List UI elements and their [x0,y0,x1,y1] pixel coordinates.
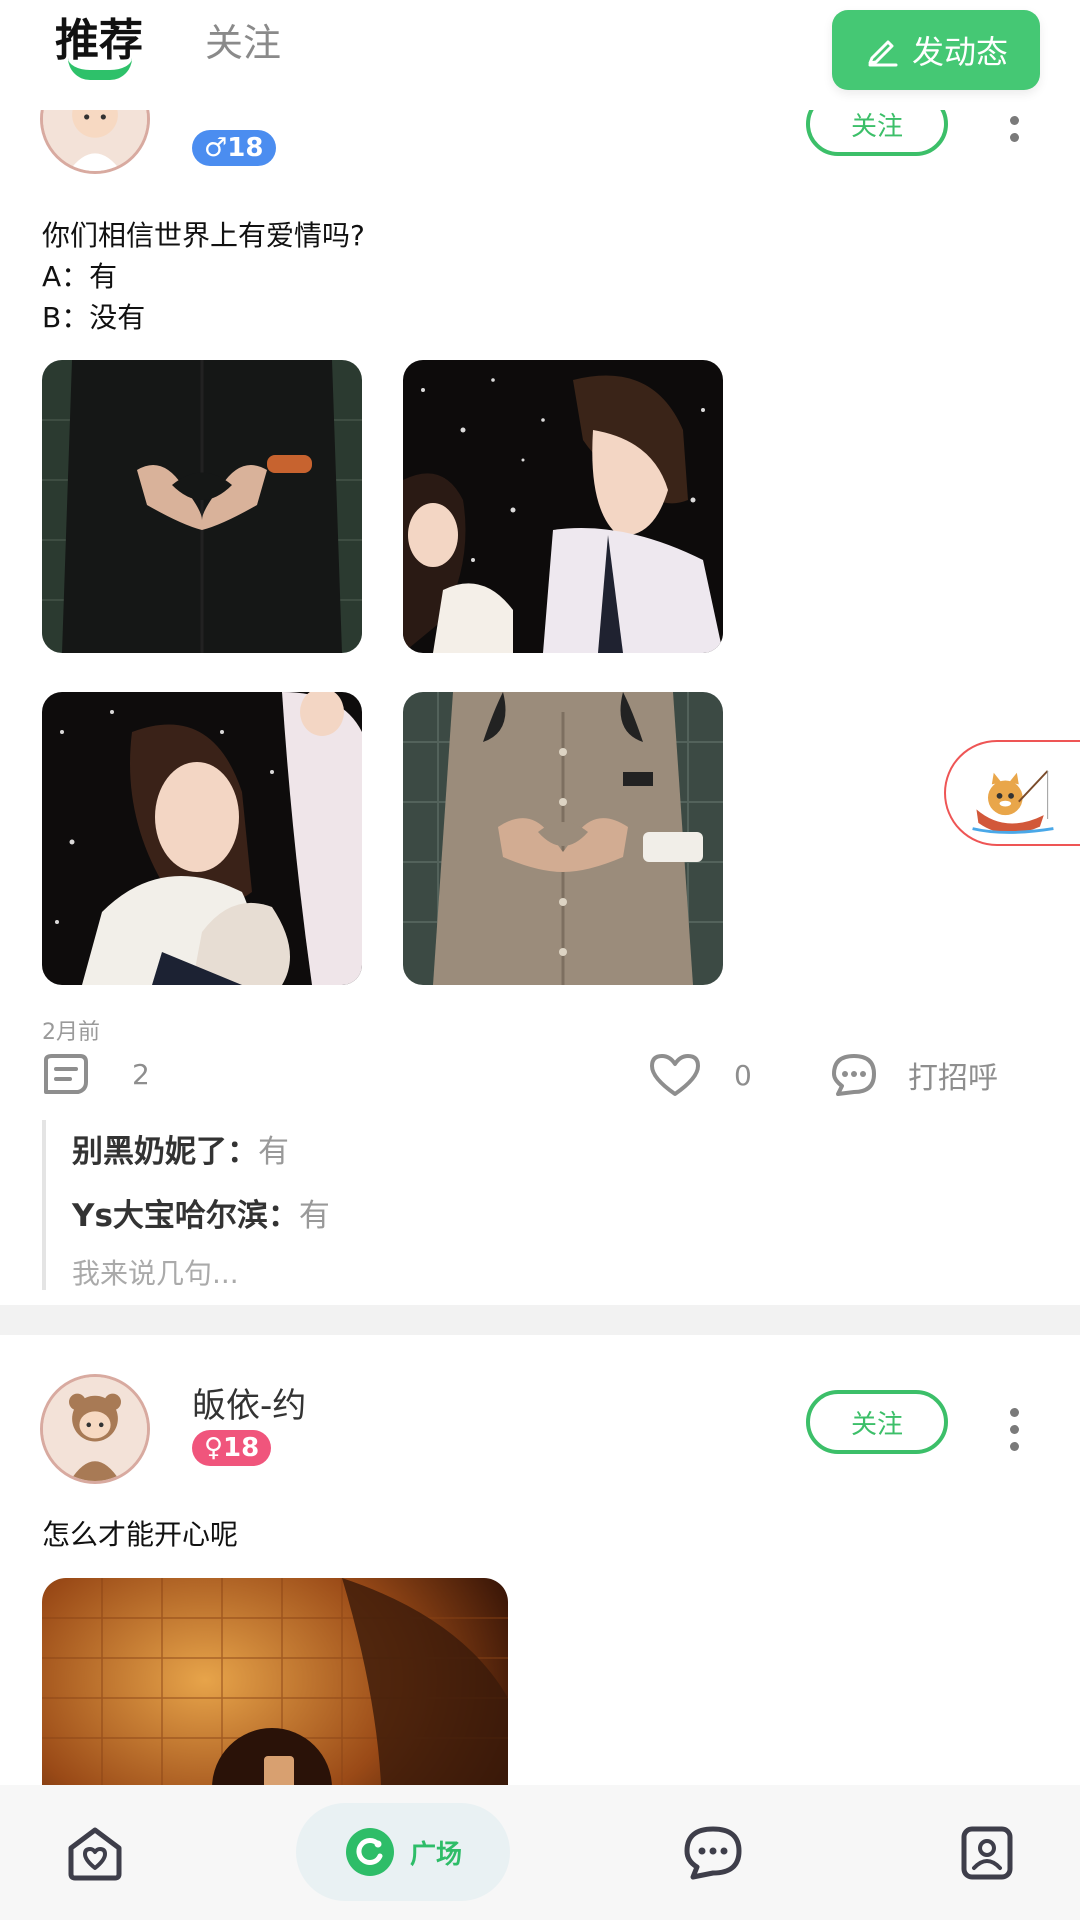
nav-profile[interactable] [942,1785,1032,1920]
comment-user[interactable]: Ys大宝哈尔滨： [72,1198,299,1234]
post-text: 怎么才能开心呢 [42,1514,238,1555]
post-card: ♂18 关注 你们相信世界上有爱情吗? A：有 B：没有 2月前 2 0 打招呼… [0,0,1080,1305]
comment-text: 有 [298,1198,330,1234]
post-text-line: A：有 [42,260,118,293]
tab-following[interactable]: 关注 [205,12,281,67]
comment-item[interactable]: 别黑奶妮了：有 [72,1126,289,1171]
comment-action[interactable]: 2 [40,1052,150,1096]
post-photo[interactable] [403,692,723,985]
pencil-icon [868,40,898,67]
comment-user[interactable]: 别黑奶妮了： [72,1134,258,1170]
age-gender-badge: ♂18 [192,130,276,166]
active-tab-indicator [68,58,132,80]
age-gender-badge: ♀18 [192,1430,272,1466]
post-text-line: 你们相信世界上有爱情吗? [42,219,365,252]
square-icon [345,1828,394,1876]
nav-square-label: 广场 [409,1839,462,1870]
profile-card-icon [961,1826,1013,1879]
post-text-line: B：没有 [42,301,146,334]
heart-icon [650,1054,700,1096]
user-avatar[interactable] [40,1374,150,1484]
comment-count: 2 [132,1057,150,1091]
nav-home[interactable] [50,1785,140,1920]
comment-input[interactable]: 我来说几句... [72,1252,239,1292]
more-options-icon[interactable] [1004,112,1024,146]
post-divider [0,1305,1080,1335]
post-text: 你们相信世界上有爱情吗? A：有 B：没有 [42,215,365,338]
home-heart-icon [68,1827,122,1880]
greet-label: 打招呼 [908,1061,998,1096]
post-photo[interactable] [42,692,362,985]
post-photo[interactable] [403,360,723,653]
comment-list: 别黑奶妮了：有 Ys大宝哈尔滨：有 我来说几句... [42,1120,1042,1290]
nav-square[interactable]: 广场 [296,1803,510,1901]
new-post-button[interactable]: 发动态 [832,10,1040,90]
follow-button[interactable]: 关注 [806,1390,948,1454]
post-text-line: 怎么才能开心呢 [42,1518,239,1551]
comment-text: 有 [258,1134,289,1170]
chat-bubble-icon [832,1054,876,1096]
more-options-icon[interactable] [1004,1404,1024,1455]
top-bar: 推荐 关注 发动态 [0,0,1080,110]
greet-button[interactable]: 打招呼 [830,1052,998,1098]
comment-item[interactable]: Ys大宝哈尔滨：有 [72,1190,330,1235]
avatar-illustration [43,1377,147,1481]
nav-messages[interactable] [668,1785,758,1920]
floating-cat-widget[interactable] [944,740,1080,846]
post-time: 2月前 [42,1020,100,1045]
cat-fishing-icon [972,770,1054,834]
like-count: 0 [734,1058,752,1092]
username[interactable]: 皈依-约 [192,1378,306,1427]
chat-bubble-icon [684,1826,742,1879]
bottom-nav: 广场 [0,1785,1080,1920]
new-post-label: 发动态 [911,33,1008,71]
like-action[interactable]: 0 [648,1052,752,1098]
comment-icon [44,1054,88,1094]
post-photo[interactable] [42,360,362,653]
